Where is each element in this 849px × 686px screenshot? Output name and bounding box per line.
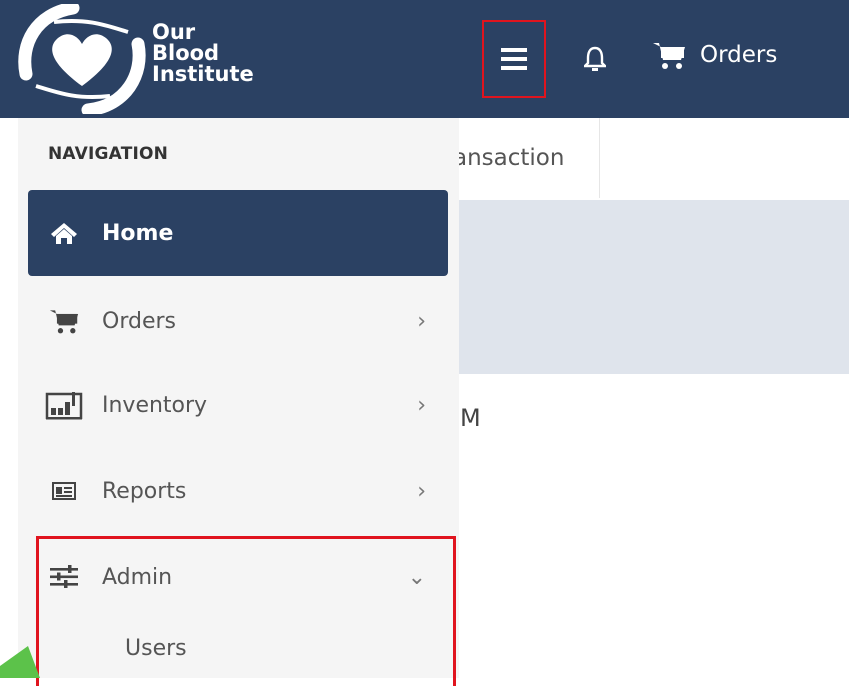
- tab-transaction-label: ansaction: [459, 145, 565, 171]
- brand-line-1: Our: [152, 20, 196, 44]
- home-icon: [44, 221, 84, 245]
- tab-transaction[interactable]: ansaction: [459, 118, 600, 198]
- inventory-icon: [44, 390, 84, 420]
- brand-line-3: Institute: [152, 62, 254, 86]
- admin-highlight-box: [36, 536, 456, 686]
- brand-line-2: Blood: [152, 41, 220, 65]
- cart-icon: [653, 43, 685, 69]
- hamburger-icon: [501, 48, 527, 70]
- green-arrow-shape: [0, 646, 40, 678]
- sidebar-item-label: Orders: [102, 308, 176, 334]
- orders-button-label: Orders: [700, 42, 778, 68]
- notifications-button[interactable]: [578, 42, 612, 76]
- cart-icon: [44, 307, 84, 335]
- sidebar-item-inventory[interactable]: Inventory ›: [28, 362, 448, 448]
- content-banner: [459, 200, 849, 374]
- bell-icon: [584, 46, 606, 71]
- logo-icon: [18, 4, 146, 114]
- menu-toggle-button[interactable]: [482, 20, 546, 98]
- sidebar-item-label: Home: [102, 220, 174, 246]
- brand-name: Our Blood Institute: [152, 22, 254, 85]
- sidebar-item-orders[interactable]: Orders ›: [28, 278, 448, 364]
- sidebar-item-label: Reports: [102, 478, 187, 504]
- sidebar-item-reports[interactable]: Reports ›: [28, 448, 448, 534]
- top-bar: Our Blood Institute Orders: [0, 0, 849, 118]
- sidebar-item-label: Inventory: [102, 392, 208, 418]
- chevron-right-icon: ›: [417, 392, 426, 418]
- chevron-right-icon: ›: [417, 308, 426, 334]
- orders-button[interactable]: Orders: [652, 40, 777, 70]
- content-text-fragment: M: [460, 404, 481, 432]
- nav-heading: NAVIGATION: [48, 144, 169, 164]
- reports-icon: [44, 482, 84, 500]
- sidebar-item-home[interactable]: Home: [28, 190, 448, 276]
- chevron-right-icon: ›: [417, 478, 426, 504]
